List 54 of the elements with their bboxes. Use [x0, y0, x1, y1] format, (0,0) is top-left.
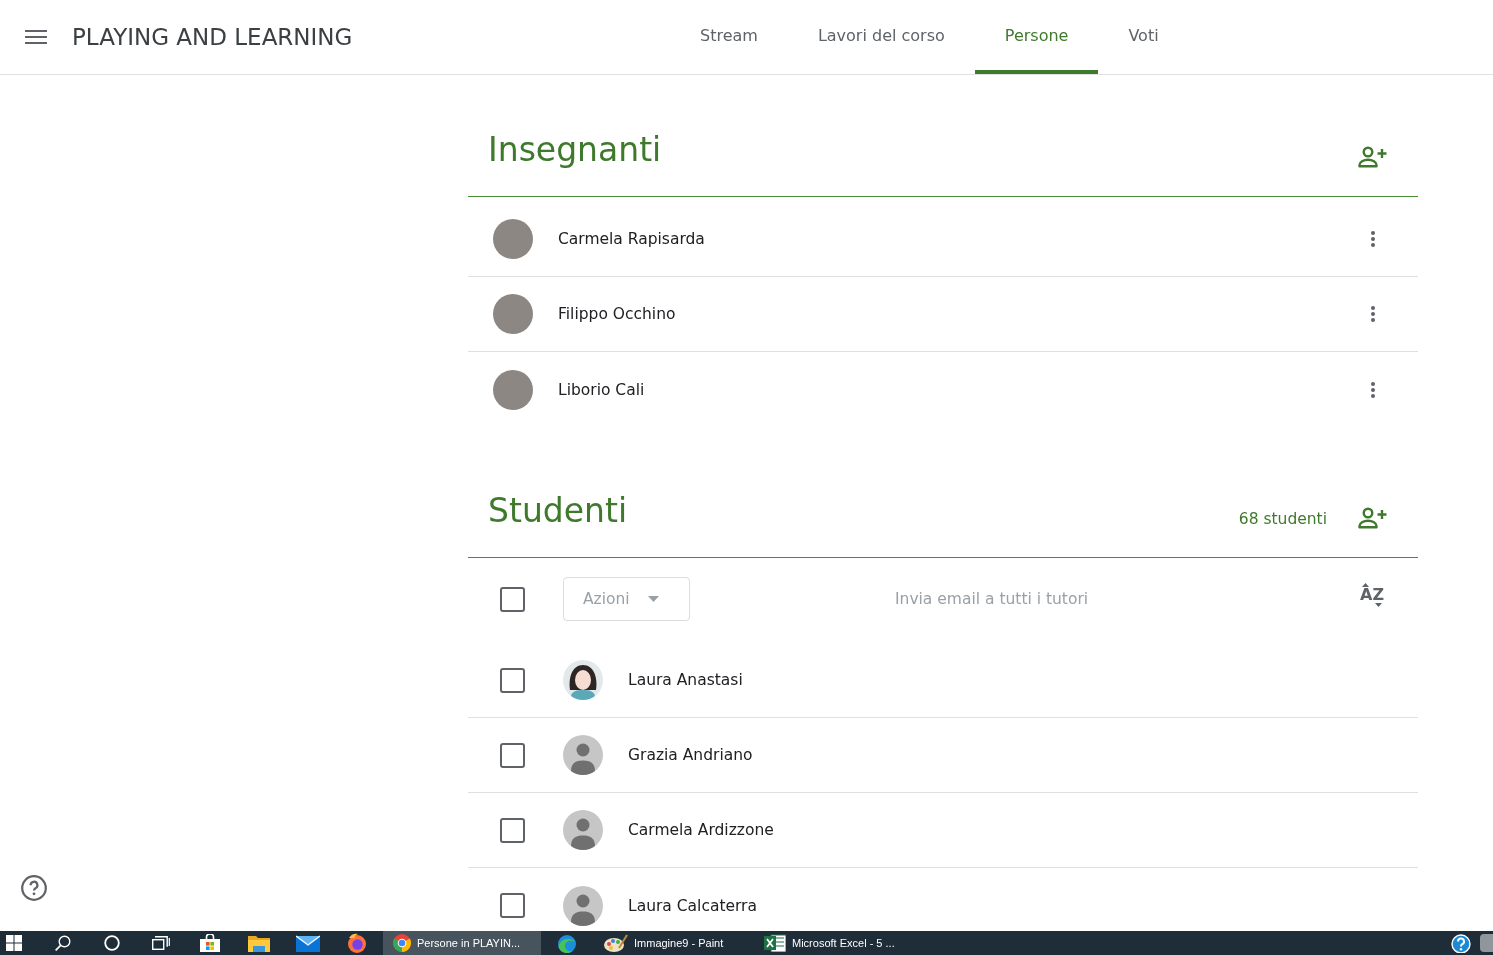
person-name: Laura Calcaterra: [628, 896, 757, 915]
ring-icon[interactable]: [103, 935, 120, 951]
student-checkbox[interactable]: [500, 742, 525, 768]
person-name: Carmela Ardizzone: [628, 821, 774, 839]
tab[interactable]: Stream: [670, 0, 788, 74]
windows-logo-icon[interactable]: [6, 935, 22, 951]
shopping-bag-icon[interactable]: [199, 934, 220, 952]
person-avatar-icon: [563, 885, 603, 926]
avatar-photo-placeholder: [493, 294, 533, 334]
class-title: PLAYING AND LEARNING: [72, 24, 353, 50]
more-options-icon[interactable]: [1371, 231, 1375, 247]
person-name: Filippo Occhino: [558, 305, 676, 323]
palette-icon: [604, 934, 628, 952]
tab[interactable]: Voti: [1098, 0, 1189, 74]
student-checkbox[interactable]: [500, 667, 525, 693]
student-checkbox[interactable]: [500, 893, 525, 918]
taskbar-button[interactable]: Microsoft Excel - 5 ...: [754, 931, 912, 955]
taskbar-button[interactable]: Immagine9 - Paint: [594, 931, 752, 955]
person-name: Liborio Cali: [558, 380, 645, 399]
taskbar-button[interactable]: Persone in PLAYIN...: [383, 931, 541, 955]
person-avatar-icon: [563, 810, 603, 850]
caret-icon: [647, 596, 659, 602]
tab[interactable]: Lavori del corso: [787, 0, 975, 74]
student-checkbox[interactable]: [500, 817, 525, 843]
mail-icon[interactable]: [295, 934, 320, 952]
browser-icon: [393, 934, 411, 952]
app-icon[interactable]: [1480, 934, 1493, 952]
more-options-icon[interactable]: [1371, 306, 1375, 322]
section-heading: Insegnanti: [488, 129, 662, 171]
avatar-photo-placeholder: [493, 369, 533, 410]
help-icon[interactable]: [21, 875, 47, 901]
spreadsheet-icon: [764, 934, 786, 952]
cartoon-avatar-icon: [563, 660, 603, 700]
select-all-checkbox[interactable]: [500, 586, 525, 612]
browser-icon[interactable]: [555, 933, 578, 953]
task-view-icon[interactable]: [151, 936, 170, 950]
student-count: 68 studenti: [1238, 509, 1327, 529]
person-name: Laura Anastasi: [628, 671, 743, 689]
folder-icon[interactable]: [247, 934, 270, 952]
person-avatar-icon: [563, 735, 603, 775]
add-person-icon[interactable]: [1358, 146, 1388, 168]
section-heading: Studenti: [488, 490, 628, 532]
person-name: Carmela Rapisarda: [558, 230, 705, 248]
person-name: Grazia Andriano: [628, 746, 753, 764]
more-options-icon[interactable]: [1371, 381, 1375, 398]
caret-icon: [1375, 603, 1382, 607]
tab[interactable]: Persone: [974, 0, 1099, 74]
add-person-icon[interactable]: [1358, 507, 1388, 529]
menu-icon[interactable]: [25, 30, 47, 44]
search-icon[interactable]: [54, 935, 71, 951]
avatar-photo-placeholder: [493, 219, 533, 259]
caret-icon: [1362, 583, 1369, 587]
sort-button[interactable]: AZ: [1358, 583, 1386, 607]
browser-icon[interactable]: [345, 933, 368, 953]
